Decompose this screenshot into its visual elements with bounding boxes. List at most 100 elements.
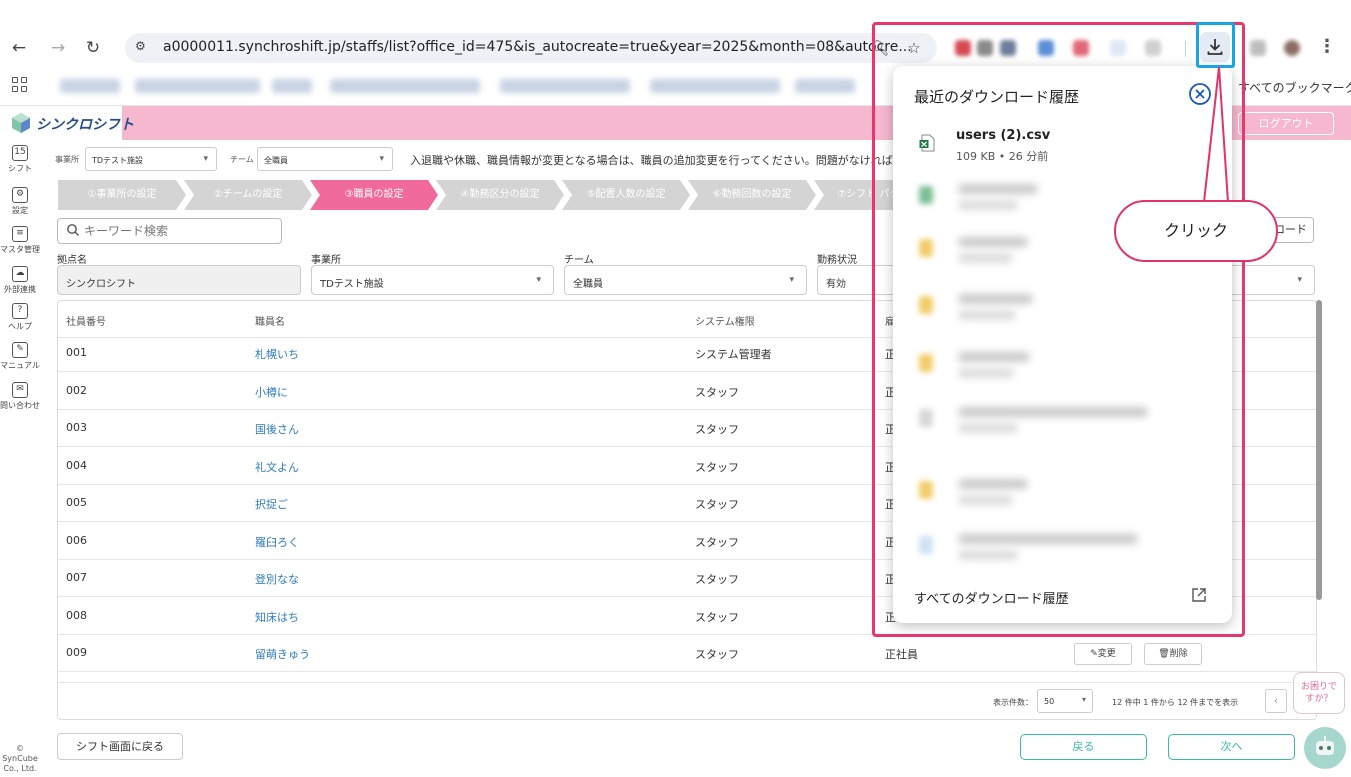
office-filter-label: 事業所 xyxy=(55,155,79,164)
sidebar-item[interactable]: ☁ 外部連携 xyxy=(0,266,40,295)
search-input[interactable] xyxy=(84,222,274,240)
address-bar[interactable]: ⚙ a0000011.synchroshift.jp/staffs/list?o… xyxy=(125,33,937,63)
search-icon xyxy=(67,224,79,236)
chevron-down-icon: ▾ xyxy=(536,275,541,285)
back-to-shift-button[interactable]: シフト画面に戻る xyxy=(57,733,183,760)
staff-name-link[interactable]: 国後さん xyxy=(255,421,299,437)
staff-name-link[interactable]: 札幌いち xyxy=(255,346,299,362)
setup-step[interactable]: ⑤配置人数の設定 xyxy=(562,180,690,210)
help-bubble-line: お困りで xyxy=(1300,682,1337,692)
setup-step[interactable]: ②チームの設定 xyxy=(184,180,312,210)
help-chat-bubble[interactable]: お困りで すか？ xyxy=(1293,672,1345,714)
mail-icon: ✉ xyxy=(12,382,28,398)
team-label: チーム xyxy=(564,255,594,266)
bookmark-item[interactable] xyxy=(795,79,855,93)
back-arrow-icon[interactable]: ← xyxy=(8,37,30,59)
table-scrollbar[interactable] xyxy=(1316,300,1322,600)
table-cell: システム管理者 xyxy=(695,348,772,361)
table-row: 009 留萌きゅう スタッフ 正社員 ✎変更 🗑削除 xyxy=(58,635,1316,672)
sidebar-item-label: ヘルプ xyxy=(8,322,32,331)
prev-page-button[interactable]: ‹ xyxy=(1265,689,1287,713)
staff-name-link[interactable]: 知床はち xyxy=(255,609,299,625)
staff-name-link[interactable]: 小樽に xyxy=(255,384,288,400)
bookmark-item[interactable] xyxy=(650,79,780,93)
team-select-value: 全職員 xyxy=(573,279,603,290)
office-select[interactable]: TDテスト施設 ▾ xyxy=(311,265,554,295)
keyword-search[interactable] xyxy=(57,218,282,244)
back-button[interactable]: 戻る xyxy=(1020,734,1147,760)
copyright-text: © SynCube Co., Ltd. xyxy=(2,744,38,773)
table-cell: 003 xyxy=(66,421,87,434)
setup-step[interactable]: ③職員の設定 xyxy=(310,180,438,210)
table-cell: 004 xyxy=(66,458,87,472)
chevron-down-icon: ▾ xyxy=(789,275,794,285)
table-cell: スタッフ xyxy=(695,460,739,474)
chat-robot-icon[interactable] xyxy=(1304,727,1346,769)
per-page-label: 表示件数： xyxy=(993,698,1033,707)
chevron-down-icon: ▾ xyxy=(1297,275,1302,285)
callout-tail xyxy=(1202,66,1230,203)
office-filter-select[interactable]: TDテスト施設 ▾ xyxy=(85,147,217,171)
sidebar-item-label: マスタ管理 xyxy=(0,245,40,254)
bookmark-item[interactable] xyxy=(330,79,480,93)
extension-icon[interactable] xyxy=(1250,40,1266,56)
sidebar-item[interactable]: ≡ マスタ管理 xyxy=(0,226,40,255)
edit-button[interactable]: ✎変更 xyxy=(1074,643,1132,665)
sidebar-item-label: 問い合わせ xyxy=(0,401,40,410)
per-page-value: 50 xyxy=(1044,697,1055,706)
staff-name-link[interactable]: 登別なな xyxy=(255,571,299,587)
team-filter-value: 全職員 xyxy=(264,156,288,165)
office-label: 事業所 xyxy=(311,255,341,266)
table-header-cell: システム権限 xyxy=(695,317,755,328)
team-select[interactable]: 全職員 ▾ xyxy=(564,265,807,295)
table-cell: スタッフ xyxy=(695,573,739,586)
table-cell: 002 xyxy=(66,383,87,397)
site-settings-icon[interactable]: ⚙ xyxy=(135,39,151,55)
all-bookmarks-link[interactable]: すべてのブックマーク xyxy=(1238,79,1351,96)
staff-name-link[interactable]: 羅臼ろく xyxy=(255,534,299,550)
sidebar-item-label: マニュアル xyxy=(0,361,40,370)
setup-step[interactable]: ①事業所の設定 xyxy=(58,180,186,210)
office-filter-value: TDテスト施設 xyxy=(92,156,144,165)
sidebar-item[interactable]: ? ヘルプ xyxy=(0,303,40,332)
status-label: 勤務状況 xyxy=(817,255,857,266)
per-page-select[interactable]: 50 ▾ xyxy=(1037,689,1093,713)
apps-grid-icon[interactable] xyxy=(12,77,28,93)
setup-step[interactable]: ④勤務区分の設定 xyxy=(436,180,564,210)
team-filter-label: チーム xyxy=(230,155,254,164)
logo-icon xyxy=(12,113,30,133)
sidebar-item[interactable]: ⚙ 設定 xyxy=(0,187,40,216)
bookmark-item[interactable] xyxy=(272,79,312,93)
staff-name-link[interactable]: 択捉ご xyxy=(255,496,288,512)
table-header-cell: 職員名 xyxy=(255,317,285,328)
staff-name-link[interactable]: 礼文よん xyxy=(255,459,299,475)
bookmark-item[interactable] xyxy=(60,79,120,93)
table-cell: 001 xyxy=(66,346,87,359)
bookmark-item[interactable] xyxy=(135,79,260,93)
gear-icon: ⚙ xyxy=(12,187,28,203)
setup-step[interactable]: ⑥勤務回数の設定 xyxy=(688,180,816,210)
bookmark-item[interactable] xyxy=(500,79,630,93)
next-button[interactable]: 次へ xyxy=(1168,734,1295,760)
range-text: 12 件中 1 件から 12 件までを表示 xyxy=(1112,698,1239,707)
team-filter-select[interactable]: 全職員 ▾ xyxy=(257,147,393,171)
help-bubble-line: すか？ xyxy=(1305,694,1333,704)
table-header-cell: 社員番号 xyxy=(66,317,106,328)
delete-button[interactable]: 🗑削除 xyxy=(1144,643,1202,665)
sidebar-item[interactable]: 15 シフト xyxy=(0,145,40,174)
sidebar-item[interactable]: ✎ マニュアル xyxy=(0,342,40,371)
browser-menu-icon[interactable]: ⋮ xyxy=(1318,36,1336,57)
status-select-value: 有効 xyxy=(826,279,846,290)
downloads-button-highlight xyxy=(1196,22,1235,68)
forward-arrow-icon[interactable]: → xyxy=(47,37,69,59)
app-logo-text[interactable]: シンクロシフト xyxy=(36,114,134,134)
table-cell: スタッフ xyxy=(695,610,739,624)
sidebar-item[interactable]: ✉ 問い合わせ xyxy=(0,382,40,411)
calendar-icon: 15 xyxy=(12,145,28,161)
staff-name-link[interactable]: 留萌きゅう xyxy=(255,646,310,662)
profile-avatar[interactable] xyxy=(1284,40,1300,56)
logout-button[interactable]: ログアウト xyxy=(1238,112,1334,135)
url-text[interactable]: a0000011.synchroshift.jp/staffs/list?off… xyxy=(163,39,912,55)
table-cell: 正社員 xyxy=(885,648,918,661)
reload-icon[interactable]: ↻ xyxy=(82,37,104,59)
